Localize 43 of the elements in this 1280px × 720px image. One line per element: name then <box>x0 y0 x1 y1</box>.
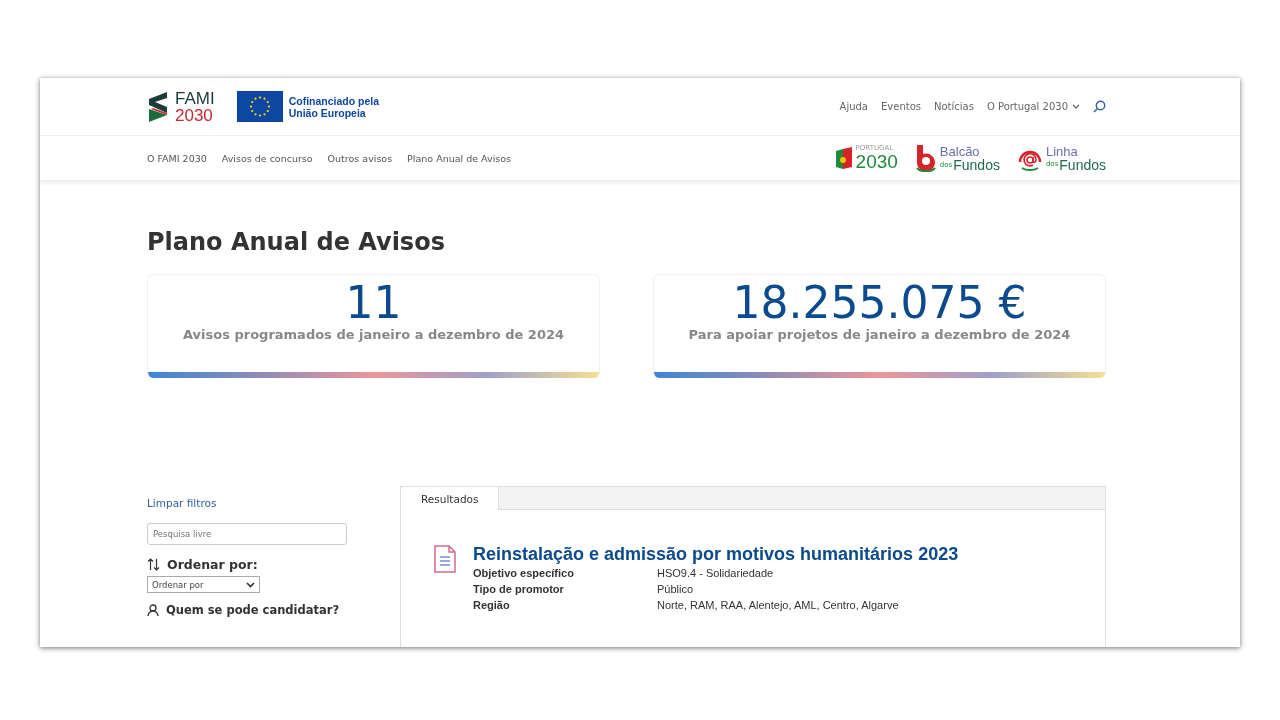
logo-big-text: Fundos <box>953 158 1000 172</box>
main-nav-link[interactable]: Avisos de concurso <box>221 152 313 164</box>
flag-icon <box>833 147 854 171</box>
logo-year: 2030 <box>855 152 898 171</box>
main-nav-link[interactable]: Plano Anual de Avisos <box>407 152 511 164</box>
document-icon <box>433 544 457 574</box>
eu-cofinancing-text: Cofinanciado pela União Europeia <box>288 94 381 119</box>
page-title: Plano Anual de Avisos <box>147 228 446 256</box>
stat-caption: Para apoiar projetos de janeiro a dezembro de 2024 <box>688 327 1071 342</box>
top-nav-link[interactable]: O Portugal 2030 <box>986 101 1080 112</box>
logo-top-text: Linha <box>1045 144 1079 158</box>
person-icon <box>147 604 159 616</box>
logo-big-text: Fundos <box>1059 157 1106 172</box>
top-nav-link[interactable]: Eventos <box>881 101 921 112</box>
filter-heading: Quem se pode candidatar? <box>166 603 340 617</box>
fami-logo-icon <box>147 90 169 123</box>
main-nav-link[interactable]: Outros avisos <box>327 152 393 164</box>
sort-heading: Ordenar por: <box>167 557 258 572</box>
top-nav-link[interactable]: Notícias <box>934 101 974 112</box>
main-nav-link[interactable]: O FAMI 2030 <box>147 152 207 164</box>
eu-flag-icon <box>236 91 283 122</box>
field-label: Objetivo específico <box>473 567 575 579</box>
field-value: HSO9.4 - Solidariedade <box>657 567 775 579</box>
brand-year: 2030 <box>175 106 214 124</box>
stat-value: 11 <box>345 279 402 327</box>
field-value: Público <box>657 583 695 595</box>
stat-caption: Avisos programados de janeiro a dezembro de 2024 <box>182 327 564 342</box>
results-tab[interactable]: Resultados <box>401 487 500 510</box>
top-nav-link[interactable]: Ajuda <box>839 101 868 112</box>
search-icon[interactable] <box>1093 100 1106 113</box>
field-label: Tipo de promotor <box>473 583 565 595</box>
field-label: Região <box>473 599 511 611</box>
clear-filters-link[interactable]: Limpar filtros <box>147 497 348 509</box>
search-field[interactable]: Pesquisa livre <box>147 523 347 545</box>
sort-icon <box>147 558 160 571</box>
logo-top-text: Balcão <box>939 145 981 158</box>
chevron-down-icon <box>246 581 255 588</box>
stat-value: 18.255.075 € <box>732 279 1027 327</box>
field-value: Norte, RAM, RAA, Alentejo, AML, Centro, Algarve <box>657 599 900 611</box>
sort-dropdown[interactable]: Ordenar por <box>147 576 260 593</box>
result-title-link[interactable]: Reinstalação e admissão por motivos humanitários 2023 <box>473 544 959 565</box>
b-letter-icon <box>913 144 938 172</box>
brand-name: FAMI <box>175 89 215 107</box>
